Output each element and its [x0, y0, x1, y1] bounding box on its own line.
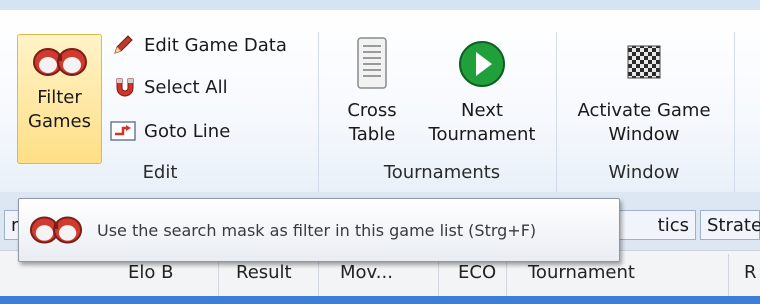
tooltip: Use the search mask as filter in this ga…: [18, 198, 620, 262]
select-all-label: Select All: [144, 76, 228, 98]
filter-games-label-1: Filter: [37, 87, 82, 108]
activate-game-window-label-2: Window: [608, 124, 680, 145]
chessboard-icon: [627, 45, 661, 79]
edit-game-data-button[interactable]: Edit Game Data: [108, 32, 287, 58]
ribbon: Filter Games Edit Game Data Select All G…: [0, 10, 760, 193]
group-separator: [734, 32, 735, 192]
column-header-moves[interactable]: Mov...: [340, 262, 393, 283]
filter-games-button[interactable]: Filter Games: [17, 34, 102, 164]
window-group-label: Window: [608, 162, 680, 183]
edit-game-data-label: Edit Game Data: [144, 34, 287, 56]
cross-table-button[interactable]: Cross Table: [336, 28, 408, 147]
column-header-result[interactable]: Result: [236, 262, 292, 283]
cross-table-icon: [357, 37, 387, 89]
next-tournament-label-2: Tournament: [428, 124, 536, 145]
column-header-elo-b[interactable]: Elo B: [128, 262, 173, 283]
goto-line-label: Goto Line: [144, 120, 231, 142]
tournaments-group-label: Tournaments: [383, 162, 501, 183]
activate-game-window-button[interactable]: Activate Game Window: [566, 28, 722, 147]
next-arrow-icon: [459, 41, 505, 87]
tab-statistics[interactable]: tics: [612, 210, 696, 240]
tab-statistics-label: tics: [657, 215, 689, 236]
goto-line-button[interactable]: Goto Line: [108, 118, 230, 144]
activate-game-window-label-1: Activate Game: [577, 100, 711, 121]
select-all-button[interactable]: Select All: [108, 74, 228, 100]
column-header-tournament[interactable]: Tournament: [528, 262, 635, 283]
edit-group-label: Edit: [142, 162, 178, 183]
cross-table-label-1: Cross: [347, 100, 397, 121]
group-separator: [556, 32, 557, 192]
column-header-round[interactable]: R: [744, 262, 757, 283]
title-strip: [0, 0, 760, 10]
next-tournament-label-1: Next: [461, 100, 503, 121]
column-separator[interactable]: [728, 254, 729, 296]
filter-icon: [29, 216, 83, 244]
cross-table-label-2: Table: [348, 124, 396, 145]
tab-strategy[interactable]: Strate: [700, 210, 760, 240]
magnet-icon: [108, 74, 138, 100]
filter-games-label-2: Games: [28, 111, 91, 132]
pencil-icon: [108, 32, 138, 58]
tooltip-text: Use the search mask as filter in this ga…: [97, 220, 537, 240]
filter-icon: [32, 48, 87, 76]
column-header-eco[interactable]: ECO: [458, 262, 496, 283]
tab-strategy-label: Strate: [707, 215, 760, 236]
group-separator: [318, 32, 319, 192]
goto-line-icon: [108, 118, 138, 144]
next-tournament-button[interactable]: Next Tournament: [418, 28, 546, 147]
selected-row-bar[interactable]: [0, 296, 760, 304]
